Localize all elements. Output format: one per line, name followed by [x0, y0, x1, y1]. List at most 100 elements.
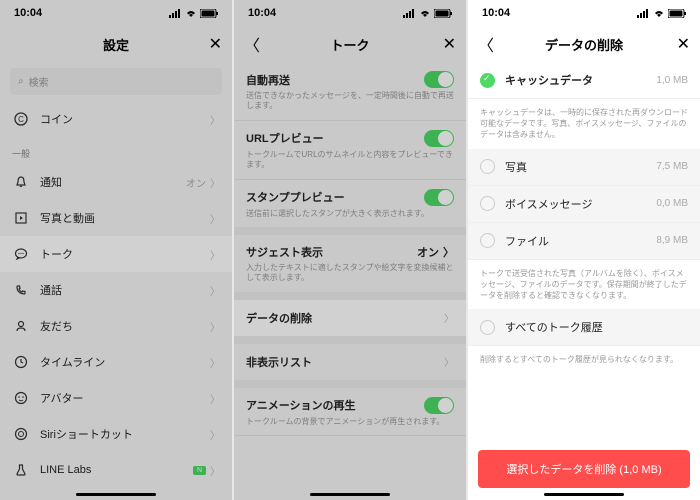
back-icon[interactable]: 〈: [478, 32, 494, 56]
chevron-right-icon: 〉: [210, 247, 220, 262]
signal-icon: [637, 9, 650, 18]
radio-all[interactable]: [480, 320, 495, 335]
row-coin[interactable]: C コイン〉: [0, 101, 232, 137]
chevron-right-icon: 〉: [210, 175, 220, 190]
chat-icon: [12, 247, 30, 261]
row-all-history[interactable]: すべてのトーク履歴: [468, 309, 700, 346]
wifi-icon: [185, 9, 197, 18]
page-title: 設定: [103, 35, 129, 54]
status-icons: [169, 9, 218, 18]
close-icon[interactable]: ✕: [677, 34, 690, 54]
header: 〈 トーク ✕: [234, 26, 466, 62]
clock-icon: [12, 355, 30, 369]
toggle-url[interactable]: [424, 130, 454, 147]
signal-icon: [403, 9, 416, 18]
chevron-right-icon: 〉: [443, 244, 454, 260]
radio-file[interactable]: [480, 233, 495, 248]
toggle-resend[interactable]: [424, 71, 454, 88]
row-labs[interactable]: LINE Labs N 〉: [0, 452, 232, 488]
section-general: 一般: [0, 137, 232, 164]
bell-icon: [12, 175, 30, 189]
history-note: 削除するとすべてのトーク履歴が見られなくなります。: [468, 346, 700, 373]
flask-icon: [12, 463, 30, 477]
chevron-right-icon: 〉: [210, 112, 220, 127]
chevron-right-icon: 〉: [210, 283, 220, 298]
screen-settings: 10:04 設定 ✕ ⌕ 検索 C コイン〉 一般 通知オン〉 写真と動画〉: [0, 0, 232, 500]
chevron-right-icon: 〉: [444, 354, 454, 369]
row-delete-data[interactable]: データの削除〉: [234, 300, 466, 344]
wifi-icon: [419, 9, 431, 18]
radio-cache[interactable]: [480, 73, 495, 88]
siri-icon: [12, 427, 30, 441]
home-indicator: [544, 493, 624, 496]
statusbar: 10:04: [468, 0, 700, 26]
chevron-right-icon: 〉: [210, 391, 220, 406]
badge-new: N: [193, 466, 206, 475]
chevron-right-icon: 〉: [210, 211, 220, 226]
search-icon: ⌕: [18, 76, 24, 87]
row-url-preview: URLプレビュー トークルームでURLのサムネイルと内容をプレビューできます。: [234, 121, 466, 180]
cache-note: キャッシュデータは、一時的に保存された再ダウンロード可能なデータです。写真、ボイ…: [468, 99, 700, 149]
page-title: データの削除: [545, 35, 623, 54]
coin-icon: C: [12, 112, 30, 126]
row-cache[interactable]: キャッシュデータ 1,0 MB: [468, 62, 700, 99]
row-file[interactable]: ファイル 8,9 MB: [468, 223, 700, 260]
home-indicator: [310, 493, 390, 496]
time: 10:04: [14, 7, 42, 19]
search-input[interactable]: ⌕ 検索: [10, 68, 222, 95]
time: 10:04: [482, 7, 510, 19]
page-title: トーク: [330, 35, 369, 54]
files-note: トークで送受信された写真（アルバムを除く）、ボイスメッセージ、ファイルのデータで…: [468, 260, 700, 310]
row-friends[interactable]: 友だち〉: [0, 308, 232, 344]
row-call[interactable]: 通話〉: [0, 272, 232, 308]
chevron-right-icon: 〉: [210, 355, 220, 370]
row-talk[interactable]: トーク〉: [0, 236, 232, 272]
row-avatar[interactable]: アバター〉: [0, 380, 232, 416]
toggle-anim[interactable]: [424, 397, 454, 414]
header: 設定 ✕: [0, 26, 232, 62]
content: ⌕ 検索 C コイン〉 一般 通知オン〉 写真と動画〉 トーク〉 通話〉 友だち…: [0, 62, 232, 500]
screen-talk: 10:04 〈 トーク ✕ 自動再送 送信できなかったメッセージを、一定時間後に…: [234, 0, 466, 500]
back-icon[interactable]: 〈: [244, 32, 260, 56]
row-photo-video[interactable]: 写真と動画〉: [0, 200, 232, 236]
wifi-icon: [653, 9, 665, 18]
content: 自動再送 送信できなかったメッセージを、一定時間後に自動で再送します。 URLプ…: [234, 62, 466, 500]
row-timeline[interactable]: タイムライン〉: [0, 344, 232, 380]
row-auto-resend: 自動再送 送信できなかったメッセージを、一定時間後に自動で再送します。: [234, 62, 466, 121]
screen-delete-data: 10:04 〈 データの削除 ✕ キャッシュデータ 1,0 MB キャッシュデー…: [468, 0, 700, 500]
row-stamp-preview: スタンププレビュー 送信前に選択したスタンプが大きく表示されます。: [234, 180, 466, 235]
close-icon[interactable]: ✕: [209, 34, 222, 54]
battery-icon: [434, 9, 452, 18]
avatar-icon: [12, 391, 30, 405]
battery-icon: [668, 9, 686, 18]
row-animation: アニメーションの再生 トークルームの背景でアニメーションが再生されます。: [234, 388, 466, 436]
home-indicator: [76, 493, 156, 496]
friends-icon: [12, 319, 30, 333]
battery-icon: [200, 9, 218, 18]
svg-text:C: C: [18, 115, 24, 124]
close-icon[interactable]: ✕: [443, 34, 456, 54]
header: 〈 データの削除 ✕: [468, 26, 700, 62]
status-icons: [403, 9, 452, 18]
chevron-right-icon: 〉: [210, 463, 220, 478]
chevron-right-icon: 〉: [210, 319, 220, 334]
row-photo[interactable]: 写真 7,5 MB: [468, 149, 700, 186]
toggle-stamp[interactable]: [424, 189, 454, 206]
row-siri[interactable]: Siriショートカット〉: [0, 416, 232, 452]
delete-button[interactable]: 選択したデータを削除 (1,0 MB): [478, 450, 690, 488]
statusbar: 10:04: [0, 0, 232, 26]
chevron-right-icon: 〉: [210, 427, 220, 442]
status-icons: [637, 9, 686, 18]
phone-icon: [12, 283, 30, 297]
radio-photo[interactable]: [480, 159, 495, 174]
signal-icon: [169, 9, 182, 18]
statusbar: 10:04: [234, 0, 466, 26]
time: 10:04: [248, 7, 276, 19]
row-voice[interactable]: ボイスメッセージ 0,0 MB: [468, 186, 700, 223]
radio-voice[interactable]: [480, 196, 495, 211]
row-suggest[interactable]: サジェスト表示オン〉 入力したテキストに適したスタンプや絵文字を変換候補として表…: [234, 235, 466, 300]
row-hidden-list[interactable]: 非表示リスト〉: [234, 344, 466, 388]
play-icon: [12, 211, 30, 225]
row-notifications[interactable]: 通知オン〉: [0, 164, 232, 200]
chevron-right-icon: 〉: [444, 310, 454, 325]
